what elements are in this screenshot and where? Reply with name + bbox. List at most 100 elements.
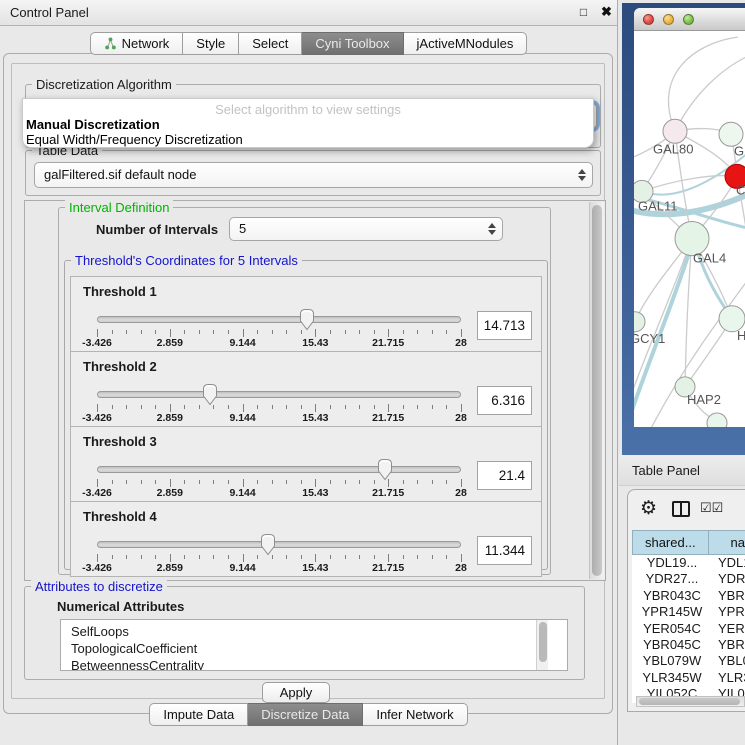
table-row[interactable]: YDR27...YDR2 <box>632 571 745 587</box>
tick-mark <box>213 555 214 559</box>
threshold-value-field[interactable] <box>477 536 532 565</box>
tick-mark <box>272 480 273 484</box>
threshold-slider[interactable]: -3.4262.8599.14415.4321.71528 <box>97 534 461 576</box>
vertical-scrollbar[interactable] <box>589 202 604 579</box>
table-cell[interactable]: YPR1 <box>712 604 745 620</box>
popup-item-manual-discretization[interactable]: Manual Discretization <box>26 117 160 132</box>
float-window-icon[interactable]: □ <box>577 6 590 19</box>
zoom-traffic-light-icon[interactable] <box>683 14 694 25</box>
tab-discretize-data[interactable]: Discretize Data <box>248 703 363 726</box>
slider-track[interactable] <box>97 316 461 323</box>
node-label: GAL4 <box>693 251 726 266</box>
threshold-slider[interactable]: -3.4262.8599.14415.4321.71528 <box>97 309 461 351</box>
table-row[interactable]: YBR045CYBR0 <box>632 637 745 653</box>
table-cell[interactable]: YBR045C <box>632 637 712 653</box>
tick-mark <box>432 405 433 409</box>
network-node-gal80[interactable] <box>663 119 687 143</box>
slider-track[interactable] <box>97 541 461 548</box>
tab-cyni-toolbox[interactable]: Cyni Toolbox <box>302 32 403 55</box>
tab-jactivemnodules[interactable]: jActiveMNodules <box>404 32 528 55</box>
horizontal-scrollbar[interactable] <box>636 696 745 707</box>
attributes-scrollbar[interactable] <box>536 620 548 670</box>
tick-mark <box>403 330 404 334</box>
column-header-shared-[interactable]: shared... <box>632 530 708 555</box>
tick-mark <box>359 330 360 334</box>
popup-item-equal-width-frequency[interactable]: Equal Width/Frequency Discretization <box>26 132 243 147</box>
threshold-slider[interactable]: -3.4262.8599.14415.4321.71528 <box>97 459 461 501</box>
table-row[interactable]: YBL079WYBL0 <box>632 653 745 669</box>
tick-label: 28 <box>455 487 467 499</box>
table-row[interactable]: YLR345WYLR3 <box>632 670 745 686</box>
tick-mark <box>403 405 404 409</box>
table-cell[interactable]: YDL1 <box>712 555 745 571</box>
numerical-attributes-list[interactable]: SelfLoopsTopologicalCoefficientBetweenne… <box>60 619 568 671</box>
attribute-item-betweennesscentrality[interactable]: BetweennessCentrality <box>71 657 567 671</box>
network-edge[interactable] <box>675 57 745 131</box>
table-cell[interactable]: YBL0 <box>712 653 745 669</box>
minimize-traffic-light-icon[interactable] <box>663 14 674 25</box>
screen: Control Panel □ ✖ NetworkStyleSelectCyni… <box>0 0 745 745</box>
table-cell[interactable]: YPR145W <box>632 604 712 620</box>
threshold-value-field[interactable] <box>477 311 532 340</box>
tab-impute-data[interactable]: Impute Data <box>149 703 248 726</box>
attribute-item-selfloops[interactable]: SelfLoops <box>71 623 567 640</box>
number-of-intervals-combobox[interactable]: 5 <box>229 217 503 241</box>
group-title-discretization-algorithm: Discretization Algorithm <box>32 77 176 92</box>
close-icon[interactable]: ✖ <box>599 4 614 20</box>
threshold-label: Threshold 1 <box>71 277 541 299</box>
right-workspace: GAL80GCGAL11GAL4GCY1HHAP2 Table Panel ⚙ … <box>619 0 745 745</box>
table-row[interactable]: YDL19...YDL1 <box>632 555 745 571</box>
network-icon <box>104 37 117 50</box>
tick-mark <box>170 404 171 412</box>
tick-label: 28 <box>455 337 467 349</box>
checkboxes-icon[interactable]: ☑☑ <box>700 500 723 516</box>
table-cell[interactable]: YBR0 <box>712 588 745 604</box>
table-cell[interactable]: YBR0 <box>712 637 745 653</box>
tab-select[interactable]: Select <box>239 32 302 55</box>
network-edge[interactable] <box>668 37 738 131</box>
tab-style[interactable]: Style <box>183 32 239 55</box>
threshold-value-field[interactable] <box>477 461 532 490</box>
tab-label: Discretize Data <box>261 707 349 722</box>
tick-label: 21.715 <box>372 562 404 574</box>
threshold-slider[interactable]: -3.4262.8599.14415.4321.71528 <box>97 384 461 426</box>
table-cell[interactable]: YDL19... <box>632 555 712 571</box>
node-label: GAL11 <box>638 198 677 213</box>
apply-button[interactable]: Apply <box>262 682 330 703</box>
group-title-attributes: Attributes to discretize <box>31 579 167 594</box>
tick-mark <box>374 330 375 334</box>
columns-icon[interactable] <box>672 501 690 517</box>
table-cell[interactable]: YBL079W <box>632 653 712 669</box>
scrollbar-thumb[interactable] <box>592 205 602 576</box>
table-cell[interactable]: YBR043C <box>632 588 712 604</box>
scrollbar-thumb[interactable] <box>539 622 547 662</box>
slider-track[interactable] <box>97 391 461 398</box>
table-cell[interactable]: YLR345W <box>632 670 712 686</box>
table-cell[interactable]: YDR27... <box>632 571 712 587</box>
tick-mark <box>155 405 156 409</box>
table-cell[interactable]: YER054C <box>632 621 712 637</box>
tick-mark <box>272 330 273 334</box>
network-canvas[interactable]: GAL80GCGAL11GAL4GCY1HHAP2 <box>634 31 745 427</box>
gear-icon[interactable]: ⚙ <box>640 497 657 520</box>
table-cell[interactable]: YDR2 <box>712 571 745 587</box>
threshold-value-field[interactable] <box>477 386 532 415</box>
table-row[interactable]: YBR043CYBR0 <box>632 588 745 604</box>
network-node[interactable] <box>707 413 727 427</box>
close-traffic-light-icon[interactable] <box>643 14 654 25</box>
table-row[interactable]: YPR145WYPR1 <box>632 604 745 620</box>
column-header-na[interactable]: na <box>708 530 745 555</box>
table-data-combobox[interactable]: galFiltered.sif default node <box>34 162 593 188</box>
network-node-gcy1[interactable] <box>634 312 645 332</box>
tick-mark <box>388 554 389 562</box>
table-row[interactable]: YER054CYER0 <box>632 621 745 637</box>
attribute-item-topologicalcoefficient[interactable]: TopologicalCoefficient <box>71 640 567 657</box>
tab-infer-network[interactable]: Infer Network <box>363 703 467 726</box>
tab-network[interactable]: Network <box>90 32 184 55</box>
table-cell[interactable]: YER0 <box>712 621 745 637</box>
slider-track[interactable] <box>97 466 461 473</box>
tick-label: 2.859 <box>157 487 183 499</box>
tick-mark <box>446 555 447 559</box>
scrollbar-thumb[interactable] <box>639 698 740 705</box>
table-cell[interactable]: YLR3 <box>712 670 745 686</box>
